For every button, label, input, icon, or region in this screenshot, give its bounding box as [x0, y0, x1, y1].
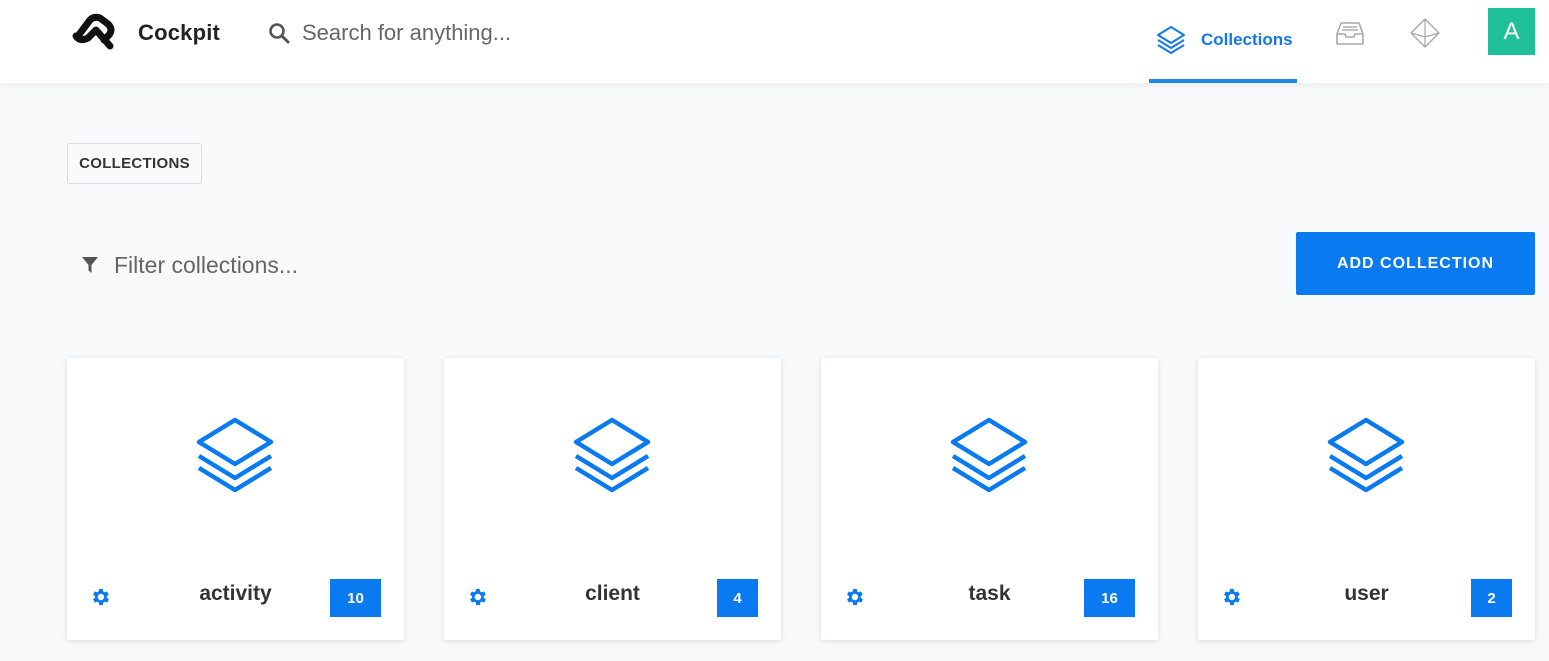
collections-filter[interactable]: [80, 247, 600, 283]
collection-name[interactable]: activity: [137, 582, 334, 606]
nav-collections-label: Collections: [1201, 29, 1293, 49]
item-count-badge: 4: [717, 579, 758, 617]
gear-icon[interactable]: [89, 586, 111, 608]
collection-name[interactable]: user: [1268, 582, 1465, 606]
layers-icon: [1157, 25, 1185, 54]
brand-name[interactable]: Cockpit: [138, 20, 220, 46]
item-count-badge: 16: [1084, 579, 1135, 617]
diamond-icon[interactable]: [1409, 17, 1441, 49]
gear-icon[interactable]: [843, 586, 865, 608]
layers-icon: [950, 417, 1028, 493]
filter-icon: [82, 257, 98, 273]
item-count-badge: 10: [330, 579, 381, 617]
gear-icon[interactable]: [1220, 586, 1242, 608]
item-count-badge: 2: [1471, 579, 1512, 617]
collection-card[interactable]: task 16: [821, 358, 1158, 640]
collection-card[interactable]: user 2: [1198, 358, 1535, 640]
collection-card[interactable]: client 4: [444, 358, 781, 640]
search-icon: [269, 23, 290, 44]
top-bar: Cockpit Collections A: [0, 0, 1549, 83]
add-collection-button[interactable]: ADD COLLECTION: [1296, 232, 1535, 295]
layers-icon: [196, 417, 274, 493]
collection-name[interactable]: task: [891, 582, 1088, 606]
collection-card[interactable]: activity 10: [67, 358, 404, 640]
layers-icon: [573, 417, 651, 493]
collection-name[interactable]: client: [514, 582, 711, 606]
global-search[interactable]: [268, 18, 688, 48]
filter-input[interactable]: [114, 251, 594, 279]
inbox-icon[interactable]: [1334, 17, 1366, 49]
gear-icon[interactable]: [466, 586, 488, 608]
user-avatar[interactable]: A: [1488, 8, 1535, 55]
search-input[interactable]: [302, 20, 682, 46]
layers-icon: [1327, 417, 1405, 493]
cockpit-logo-icon[interactable]: [70, 12, 118, 52]
breadcrumb[interactable]: COLLECTIONS: [67, 143, 202, 184]
nav-collections[interactable]: Collections: [1149, 0, 1297, 83]
